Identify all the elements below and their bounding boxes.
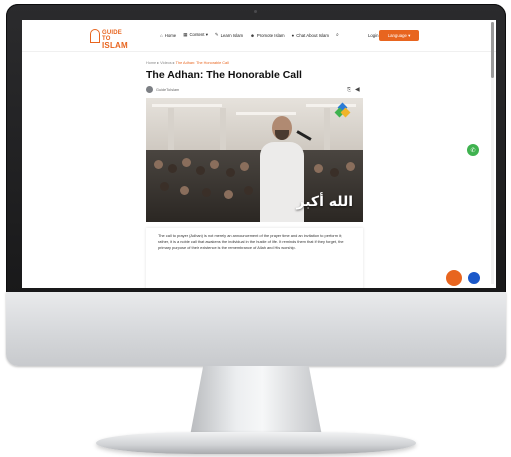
pillar <box>168 108 174 154</box>
pillar <box>324 108 330 154</box>
site-navbar: GUIDE TO ISLAM ⌂ Home ▦ Content ▾ ✎ Lear… <box>22 20 496 52</box>
crowd-head <box>346 162 355 171</box>
nav-item-chat[interactable]: ● Chat About Islam <box>292 33 329 38</box>
chat-bubble-icon: ✆ <box>470 147 476 154</box>
muezzin-body <box>260 142 304 222</box>
mosque-ceiling <box>146 98 363 154</box>
nav-label: Learn Islam <box>220 32 244 38</box>
crowd <box>146 150 363 222</box>
breadcrumb-current: The Adhan: The Honorable Call <box>175 61 229 65</box>
main-nav: ⌂ Home ▦ Content ▾ ✎ Learn Islam ☻ Promo… <box>160 32 339 38</box>
share-icon[interactable]: ⎘ <box>347 87 351 93</box>
channel-emblem-icon <box>334 102 351 118</box>
video-caption: الله أكبر <box>296 194 354 210</box>
chat-icon: ● <box>291 32 295 38</box>
monitor: GUIDE TO ISLAM ⌂ Home ▦ Content ▾ ✎ Lear… <box>6 4 506 366</box>
ceiling-beam <box>152 104 222 107</box>
breadcrumb-section[interactable]: Videos ▸ <box>160 61 175 65</box>
login-link[interactable]: Login <box>368 33 379 38</box>
page-title: The Adhan: The Honorable Call <box>146 69 302 81</box>
crowd-head <box>240 162 249 171</box>
crowd-head <box>314 164 323 173</box>
emblem-part <box>340 107 351 118</box>
avatar <box>146 86 153 93</box>
crowd-head <box>168 164 177 173</box>
video-player[interactable]: الله أكبر <box>146 98 363 222</box>
article-body-text: The call to prayer (Adhan) is not merely… <box>158 233 344 250</box>
language-button[interactable]: Language ▾ <box>379 30 419 41</box>
monitor-stand-base <box>96 432 416 454</box>
chat-fab[interactable]: ✆ <box>467 144 479 156</box>
orange-fab[interactable] <box>446 270 462 286</box>
logo-line2: ISLAM <box>102 41 128 50</box>
crowd-head <box>202 188 211 197</box>
camera-dot <box>254 10 257 13</box>
nav-item-learn-islam[interactable]: ✎ Learn Islam <box>215 32 243 38</box>
author-name[interactable]: GuideToIslam <box>156 88 179 92</box>
search-icon[interactable]: ⌕ <box>336 32 339 38</box>
crowd-head <box>180 186 189 195</box>
crowd-head <box>244 186 253 195</box>
crowd-head <box>210 160 219 169</box>
logo-text: GUIDE TO ISLAM <box>102 30 130 50</box>
nav-item-home[interactable]: ⌂ Home <box>160 33 176 38</box>
logo-arch-icon <box>90 29 100 43</box>
crowd-head <box>224 190 233 199</box>
ceiling-beam <box>236 112 296 115</box>
site-logo[interactable]: GUIDE TO ISLAM <box>90 28 130 50</box>
speaker-icon[interactable]: ◀ <box>355 86 360 93</box>
author-row: GuideToIslam <box>146 86 179 93</box>
crowd-head <box>330 168 339 177</box>
pillar <box>220 108 226 154</box>
nav-label: Home <box>164 32 177 38</box>
nav-label: Promote Islam <box>256 32 285 38</box>
nav-label: Content ▾ <box>189 32 208 37</box>
nav-item-content[interactable]: ▦ Content ▾ <box>183 32 208 38</box>
nav-item-promote-islam[interactable]: ☻ Promote Islam <box>250 33 284 38</box>
home-icon: ⌂ <box>160 32 163 38</box>
blue-fab[interactable] <box>466 270 482 286</box>
monitor-stand-neck <box>190 366 322 436</box>
monitor-chin <box>6 292 506 366</box>
crowd-head <box>182 158 191 167</box>
pencil-icon: ✎ <box>214 32 219 37</box>
breadcrumb-home[interactable]: Home ▸ <box>146 61 159 65</box>
crowd-head <box>160 182 169 191</box>
scrollbar-thumb[interactable] <box>491 22 494 78</box>
nav-label: Chat About Islam <box>296 32 329 38</box>
browser-screen: GUIDE TO ISLAM ⌂ Home ▦ Content ▾ ✎ Lear… <box>22 20 496 288</box>
grid-icon: ▦ <box>183 32 188 37</box>
breadcrumb: Home ▸ Videos ▸ The Adhan: The Honorable… <box>146 60 229 65</box>
article-body-card: The call to prayer (Adhan) is not merely… <box>146 228 363 288</box>
group-icon: ☻ <box>250 32 255 38</box>
crowd-head <box>154 160 163 169</box>
crowd-head <box>226 168 235 177</box>
crowd-head <box>196 166 205 175</box>
